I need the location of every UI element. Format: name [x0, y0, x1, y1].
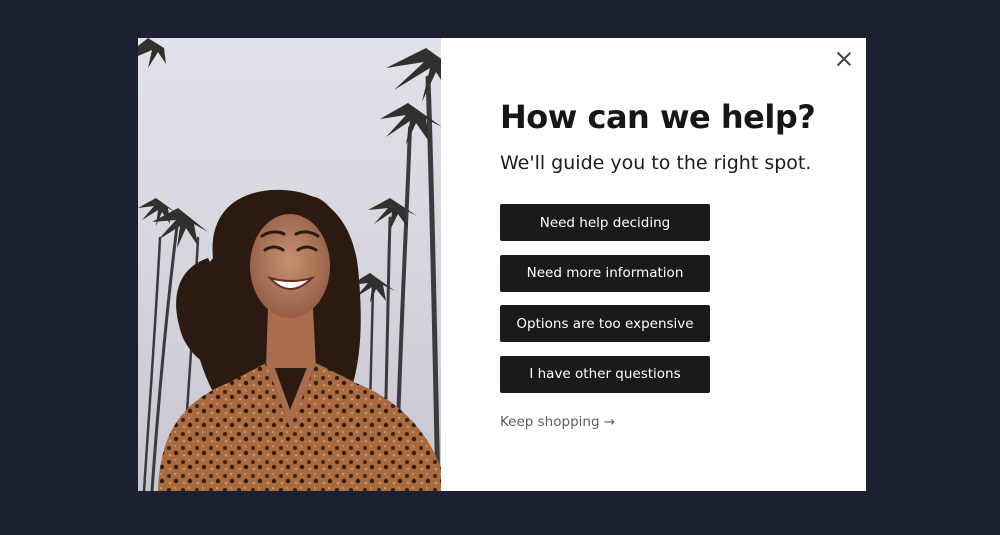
modal-backdrop[interactable]: How can we help? We'll guide you to the …	[0, 0, 1000, 535]
help-content: How can we help? We'll guide you to the …	[441, 38, 866, 491]
smiling-woman-palm-trees-image	[138, 38, 441, 491]
help-modal: How can we help? We'll guide you to the …	[138, 38, 866, 491]
other-questions-button[interactable]: I have other questions	[500, 355, 710, 393]
hero-photo	[138, 38, 441, 491]
modal-subtitle: We'll guide you to the right spot.	[500, 152, 812, 174]
need-more-information-button[interactable]: Need more information	[500, 254, 710, 292]
close-icon[interactable]	[836, 51, 852, 67]
options-too-expensive-button[interactable]: Options are too expensive	[500, 305, 710, 342]
help-options: Need help deciding Need more information…	[500, 204, 710, 406]
keep-shopping-link[interactable]: Keep shopping →	[500, 414, 615, 430]
modal-title: How can we help?	[500, 98, 816, 136]
need-help-deciding-button[interactable]: Need help deciding	[500, 204, 710, 241]
